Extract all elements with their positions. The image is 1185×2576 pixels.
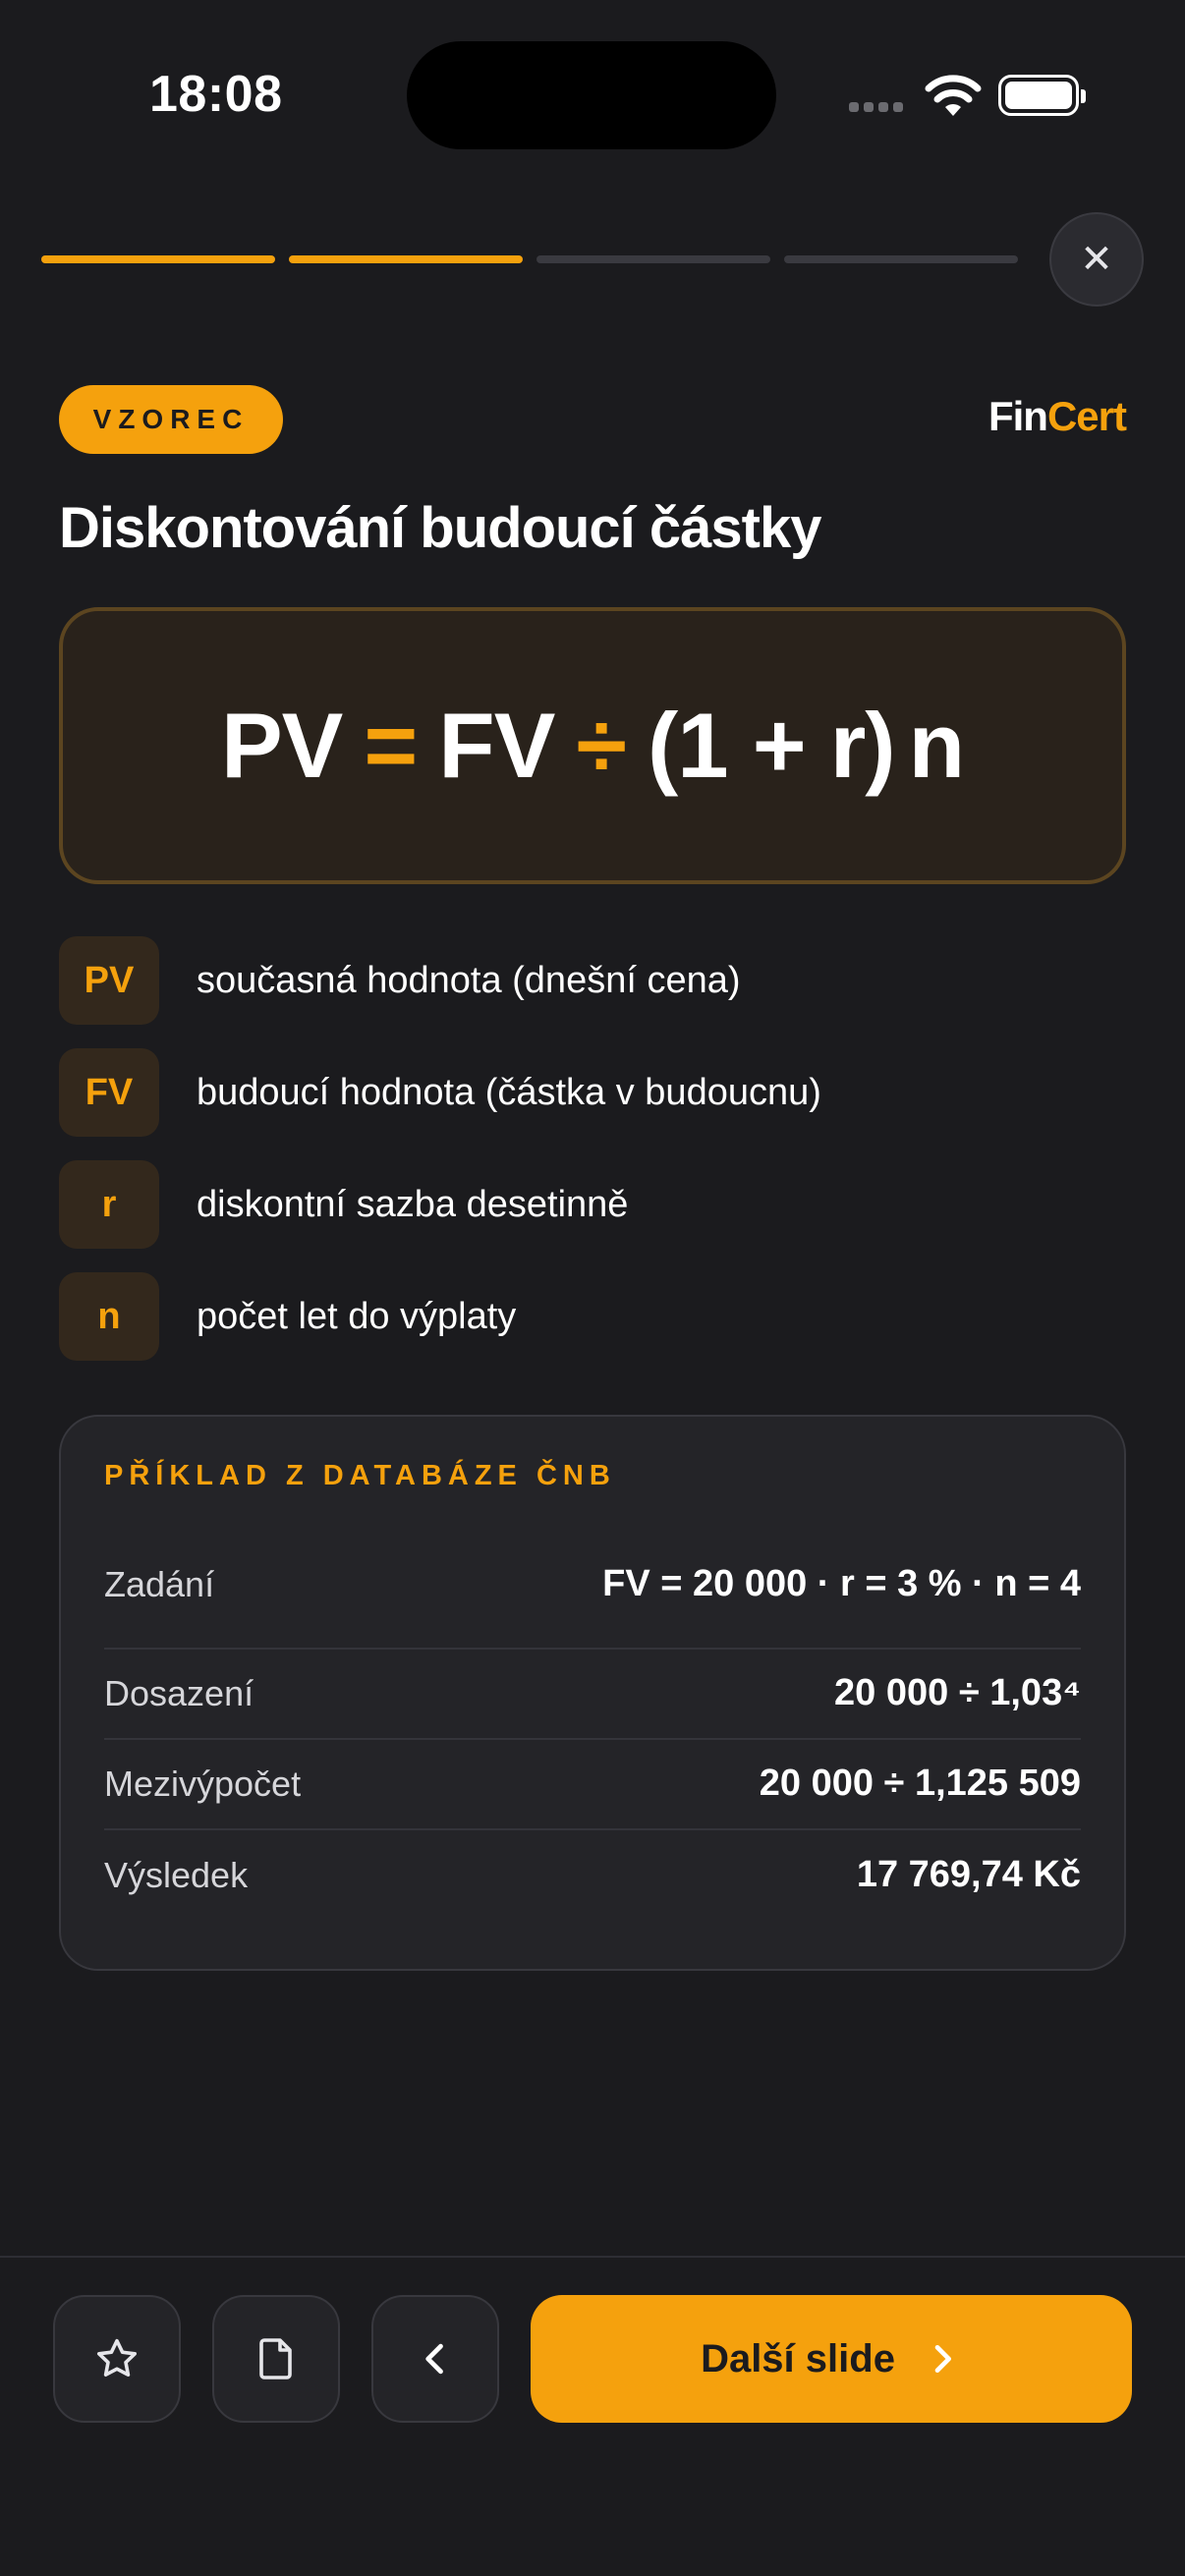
star-icon bbox=[97, 2338, 137, 2377]
example-value: FV = 20 000 · r = 3 % · n = 4 bbox=[602, 1563, 1081, 1605]
example-label: Výsledek bbox=[104, 1855, 249, 1895]
legend-item: PV současná hodnota (dnešní cena) bbox=[59, 935, 821, 1026]
wifi-icon bbox=[925, 75, 982, 116]
legend-symbol: r bbox=[59, 1160, 159, 1249]
next-slide-button[interactable]: Další slide bbox=[531, 2295, 1132, 2423]
example-value: 20 000 ÷ 1,03⁴ bbox=[834, 1672, 1081, 1714]
legend-text: diskontní sazba desetinně bbox=[197, 1183, 629, 1225]
cellular-signal-icon bbox=[849, 102, 903, 112]
slide-title: Diskontování budoucí částky bbox=[59, 496, 822, 560]
example-label: Zadání bbox=[104, 1564, 215, 1604]
formula-pv: PV bbox=[220, 694, 343, 797]
close-icon: ✕ bbox=[1080, 238, 1113, 281]
legend-item: n počet let do výplaty bbox=[59, 1271, 821, 1362]
bookmark-button[interactable] bbox=[53, 2295, 181, 2423]
category-tag: VZOREC bbox=[59, 385, 283, 454]
slide-progress bbox=[41, 255, 1018, 263]
brand-name: Fin bbox=[988, 393, 1048, 439]
example-row: Mezivýpočet 20 000 ÷ 1,125 509 bbox=[104, 1740, 1081, 1830]
example-card: PŘÍKLAD Z DATABÁZE ČNB Zadání FV = 20 00… bbox=[59, 1415, 1126, 1971]
formula-equals: = bbox=[364, 694, 418, 797]
document-icon bbox=[259, 2338, 292, 2380]
example-value: 17 769,74 Kč bbox=[856, 1854, 1081, 1896]
legend-text: současná hodnota (dnešní cena) bbox=[197, 959, 741, 1001]
legend-symbol: n bbox=[59, 1272, 159, 1361]
battery-icon bbox=[998, 75, 1086, 116]
formula-box: PV = FV ÷ (1 + r) n bbox=[59, 607, 1126, 884]
variable-legend: PV současná hodnota (dnešní cena) FV bud… bbox=[59, 935, 821, 1383]
close-button[interactable]: ✕ bbox=[1049, 212, 1144, 307]
chevron-left-icon bbox=[425, 2343, 443, 2375]
formula-exponent: n bbox=[908, 694, 965, 797]
formula-group: (1 + r) bbox=[648, 694, 896, 797]
example-label: Mezivýpočet bbox=[104, 1764, 302, 1804]
legend-symbol: FV bbox=[59, 1048, 159, 1137]
formula-divide: ÷ bbox=[576, 694, 627, 797]
legend-text: budoucí hodnota (částka v budoucnu) bbox=[197, 1071, 821, 1113]
example-row: Dosazení 20 000 ÷ 1,03⁴ bbox=[104, 1650, 1081, 1740]
example-title: PŘÍKLAD Z DATABÁZE ČNB bbox=[104, 1460, 616, 1491]
legend-symbol: PV bbox=[59, 936, 159, 1025]
chevron-right-icon bbox=[923, 2339, 962, 2379]
brand-name-accent: Cert bbox=[1046, 393, 1127, 439]
dynamic-island bbox=[407, 41, 776, 149]
progress-segment bbox=[41, 255, 275, 263]
legend-item: FV budoucí hodnota (částka v budoucnu) bbox=[59, 1047, 821, 1138]
notes-button[interactable] bbox=[212, 2295, 340, 2423]
previous-slide-button[interactable] bbox=[371, 2295, 499, 2423]
formula-fv: FV bbox=[438, 694, 555, 797]
progress-segment bbox=[289, 255, 523, 263]
status-time: 18:08 bbox=[149, 66, 283, 123]
brand-logo: FinCert bbox=[988, 393, 1127, 440]
screen: 18:08 ✕ VZOREC FinCert Diskontování budo… bbox=[0, 0, 1185, 2576]
legend-item: r diskontní sazba desetinně bbox=[59, 1159, 821, 1250]
next-slide-label: Další slide bbox=[701, 2336, 895, 2380]
example-row: Zadání FV = 20 000 · r = 3 % · n = 4 bbox=[104, 1522, 1081, 1650]
legend-text: počet let do výplaty bbox=[197, 1295, 517, 1337]
example-label: Dosazení bbox=[104, 1673, 254, 1713]
progress-segment bbox=[784, 255, 1018, 263]
example-value: 20 000 ÷ 1,125 509 bbox=[759, 1763, 1081, 1805]
bottom-divider bbox=[0, 2256, 1185, 2258]
progress-segment bbox=[536, 255, 770, 263]
example-row: Výsledek 17 769,74 Kč bbox=[104, 1830, 1081, 1921]
